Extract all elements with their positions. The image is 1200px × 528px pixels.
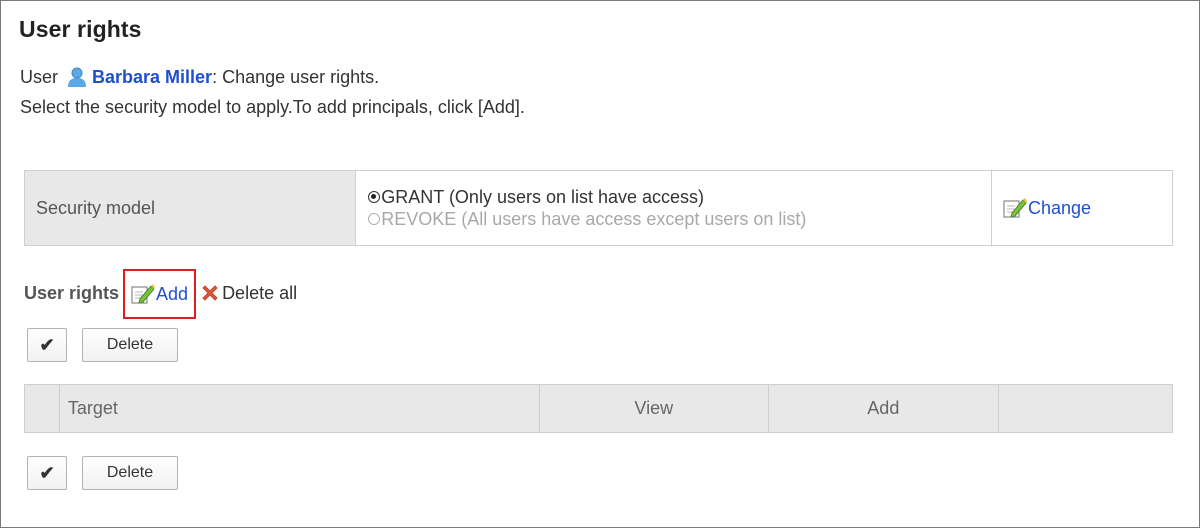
security-model-label: Security model <box>23 170 357 246</box>
edit-icon <box>131 283 156 305</box>
view-column-header: View <box>538 384 769 433</box>
user-name-link[interactable]: Barbara Miller <box>92 67 212 88</box>
delete-all-link[interactable]: Delete all <box>200 283 297 304</box>
grant-option-label: GRANT (Only users on list have access) <box>381 187 705 207</box>
change-label: Change <box>1028 197 1092 218</box>
radio-selected-icon[interactable] <box>368 191 381 203</box>
add-highlight-box: Add <box>123 269 197 319</box>
actions-column-header <box>997 384 1174 433</box>
add-link[interactable]: Add <box>131 283 188 305</box>
user-rights-table: Target View Add <box>24 384 1174 433</box>
delete-all-label: Delete all <box>222 282 298 303</box>
grant-option[interactable]: GRANT (Only users on list have access) <box>368 186 991 208</box>
description-suffix: : Change user rights. <box>212 66 380 87</box>
delete-x-icon <box>200 283 220 303</box>
select-all-button[interactable]: ✔ <box>27 328 67 362</box>
checkbox-column-header <box>24 384 60 433</box>
select-all-button[interactable]: ✔ <box>27 456 67 490</box>
top-button-row: ✔ Delete <box>27 328 178 362</box>
revoke-option[interactable]: REVOKE (All users have access except use… <box>368 208 991 230</box>
delete-button[interactable]: Delete <box>82 328 178 362</box>
target-column-header: Target <box>58 384 540 433</box>
page-title: User rights <box>19 16 142 42</box>
add-column-header: Add <box>767 384 999 433</box>
change-link[interactable]: Change <box>1003 197 1172 219</box>
security-model-table: Security model GRANT (Only users on list… <box>23 170 1173 246</box>
radio-unselected-icon[interactable] <box>368 213 381 225</box>
bottom-button-row: ✔ Delete <box>27 456 178 490</box>
user-icon <box>66 66 88 88</box>
revoke-option-label: REVOKE (All users have access except use… <box>381 209 807 229</box>
description-line-2: Select the security model to apply.To ad… <box>20 97 525 117</box>
security-model-action-cell: Change <box>991 170 1173 246</box>
user-rights-toolbar: User rights Add Delete all <box>24 269 297 319</box>
delete-button[interactable]: Delete <box>82 456 178 490</box>
table-header-row: Target View Add <box>24 384 1174 433</box>
edit-icon <box>1003 197 1028 219</box>
description-prefix: User <box>20 66 59 87</box>
user-rights-label: User rights <box>24 282 120 303</box>
description-line-1: User Barbara Miller : Change user rights… <box>20 66 379 88</box>
security-model-options: GRANT (Only users on list have access) R… <box>355 170 993 246</box>
add-label: Add <box>156 283 189 304</box>
